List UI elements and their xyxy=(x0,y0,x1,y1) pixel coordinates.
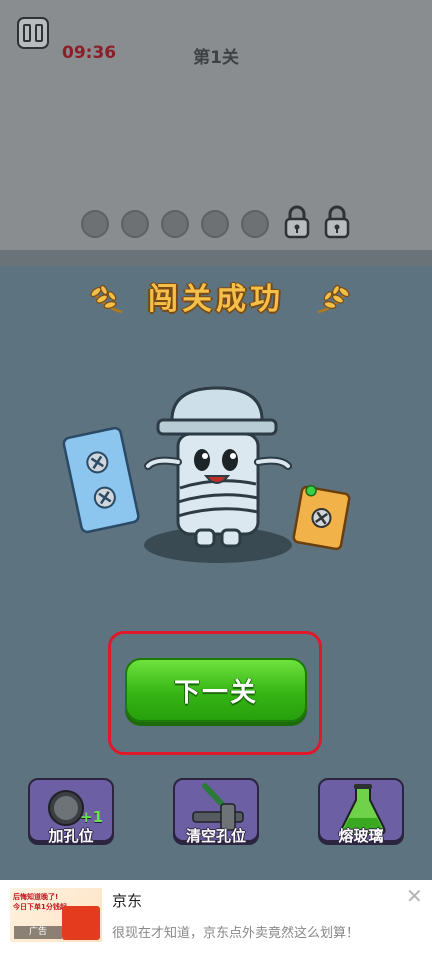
tool-label: 加孔位 xyxy=(48,827,94,845)
laurel-right-icon xyxy=(317,284,350,314)
lock-icon xyxy=(324,205,350,239)
plus-one-badge: +1 xyxy=(80,808,104,826)
ad-close-icon[interactable]: ✕ xyxy=(406,884,423,908)
ad-banner[interactable]: 后悔知道晚了! 今日下单1分钱起 广告 京东 很现在才知道，京东点外卖竟然这么划… xyxy=(0,880,432,964)
next-level-button[interactable]: 下一关 xyxy=(125,658,307,722)
lock-icon xyxy=(284,205,310,239)
game-top-area: 09:36 第1关 xyxy=(0,0,432,250)
hole-slot xyxy=(81,210,109,238)
level-title: 第1关 xyxy=(193,48,239,68)
pause-bar-left xyxy=(23,24,31,42)
clear-holes-button[interactable]: 清空孔位 xyxy=(173,778,259,845)
hole-slot xyxy=(121,210,149,238)
blue-plate xyxy=(62,426,140,534)
divider xyxy=(0,250,432,266)
ad-thumb-headline: 后悔知道晚了! xyxy=(13,893,59,901)
hole-slot xyxy=(201,210,229,238)
hole-slot xyxy=(161,210,189,238)
ad-advertiser: 京东 xyxy=(112,892,143,910)
ad-thumb-subline: 今日下单1分钱起 xyxy=(13,903,67,911)
orange-plate xyxy=(292,484,351,551)
screw-mascot-illustration xyxy=(62,386,351,563)
ad-thumb-product xyxy=(62,906,100,940)
hole-slot xyxy=(241,210,269,238)
tool-label: 清空孔位 xyxy=(185,827,246,845)
tool-label: 熔玻璃 xyxy=(338,827,384,845)
success-title: 闯关成功 xyxy=(148,282,284,317)
add-hole-button[interactable]: +1 加孔位 xyxy=(28,778,114,845)
pause-bar-right xyxy=(35,24,43,42)
ad-tag: 广告 xyxy=(14,926,62,939)
melt-glass-button[interactable]: 熔玻璃 xyxy=(318,778,404,845)
ad-description: 很现在才知道，京东点外卖竟然这么划算！ xyxy=(112,926,360,941)
